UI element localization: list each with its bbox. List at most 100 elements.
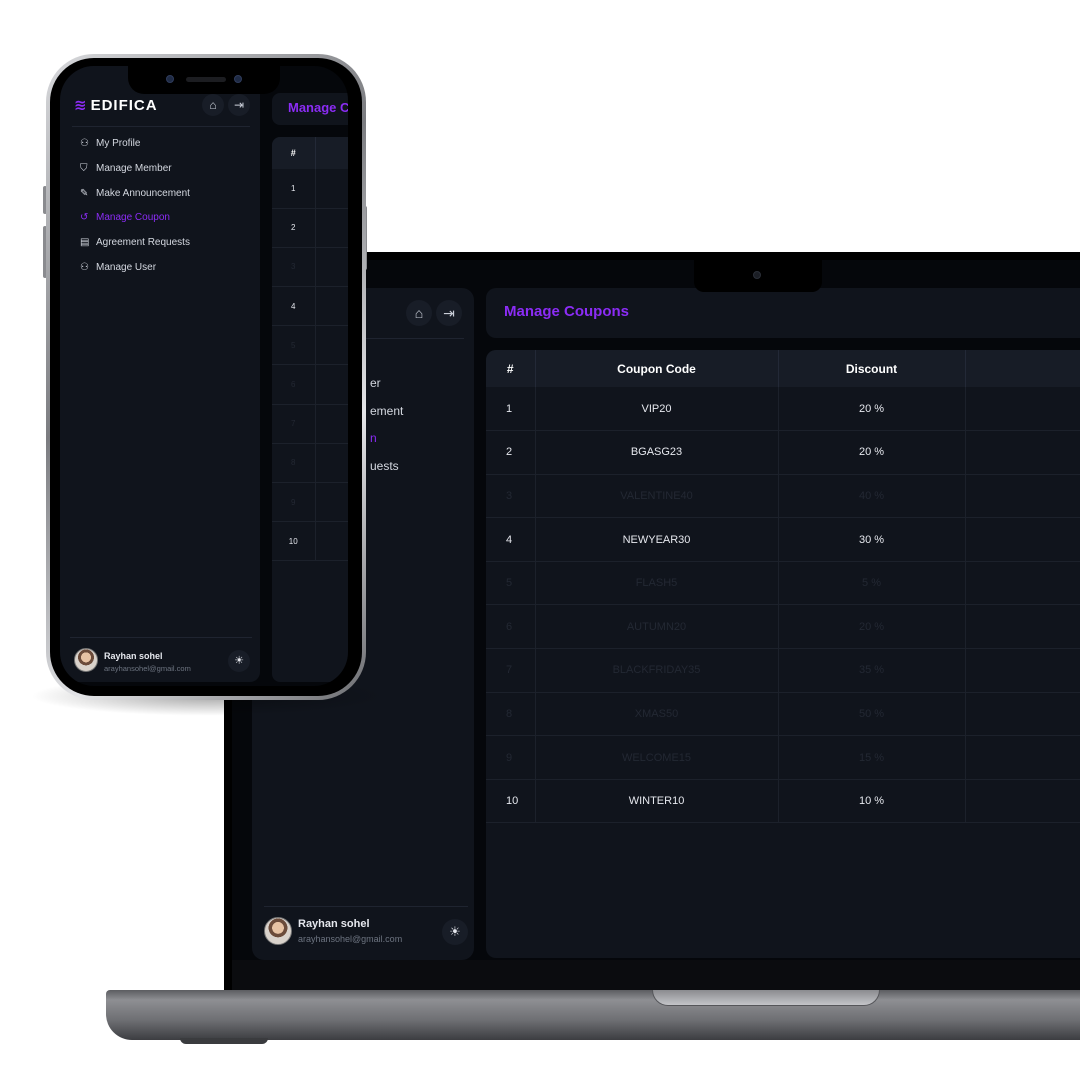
- coupon-discount: 35 %: [778, 648, 966, 693]
- sidebar-item-agreement-requests[interactable]: ▤ Agreement Requests: [80, 237, 190, 262]
- coupon-code-cell: [315, 286, 348, 327]
- theme-toggle-icon[interactable]: ☀: [442, 919, 468, 945]
- coupon-code: VALENTINE40: [535, 474, 779, 519]
- coupon-code-cell: [315, 169, 348, 209]
- sidebar-item-manage-user[interactable]: ⚇ Manage User: [80, 262, 190, 287]
- mobile-page-header: Manage C: [272, 93, 348, 125]
- user-profile[interactable]: Rayhan sohel arayhansohel@gmail.com ☀: [264, 906, 468, 946]
- avatar: [264, 917, 292, 945]
- coupon-code: AUTUMN20: [535, 604, 779, 650]
- table-row: 8: [272, 443, 348, 484]
- sidebar-item-make-announcement-fragment[interactable]: ement: [370, 404, 403, 432]
- row-number: 4: [486, 517, 536, 562]
- row-extra-cell: [965, 561, 1080, 606]
- sidebar-item-manage-coupon[interactable]: ↺ Manage Coupon: [80, 212, 190, 237]
- table-row: 5 FLASH5 5 %: [486, 561, 1080, 606]
- row-extra-cell: [965, 648, 1080, 693]
- table-row: 5: [272, 325, 348, 366]
- camera-icon: [234, 75, 242, 83]
- user-email: arayhansohel@gmail.com: [104, 664, 191, 673]
- sidebar-item-my-profile[interactable]: ⚇ My Profile: [80, 138, 190, 163]
- coupon-discount: 15 %: [778, 735, 966, 780]
- coupon-code: WINTER10: [535, 779, 779, 824]
- coupon-code: XMAS50: [535, 692, 779, 737]
- coupon-code-cell: [315, 482, 348, 523]
- sidebar-item-manage-coupon-fragment[interactable]: n: [370, 431, 403, 459]
- table-row: 2: [272, 208, 348, 248]
- sidebar-item-label: Manage Member: [96, 162, 172, 174]
- coupon-code: NEWYEAR30: [535, 517, 779, 562]
- user-name: Rayhan sohel: [104, 651, 163, 661]
- logout-icon[interactable]: ⇥: [436, 300, 462, 326]
- user-name: Rayhan sohel: [298, 918, 370, 930]
- sidebar-item-label: My Profile: [96, 138, 141, 149]
- user-profile[interactable]: Rayhan sohel arayhansohel@gmail.com ☀: [70, 637, 252, 677]
- column-header-number: #: [272, 137, 316, 169]
- table-row: 1 VIP20 20 %: [486, 387, 1080, 432]
- coupon-table-container: # Coupon Code Discount 1 VIP20 20 % 2 BGASG2…: [486, 350, 1080, 958]
- coupon-code-cell: [315, 443, 348, 484]
- column-header-extra: [965, 350, 1080, 387]
- table-row: 7: [272, 404, 348, 444]
- mobile-sidebar: ≋ EDIFICA ⌂ ⇥ ⚇ My Profile ⛉ Manage Member …: [60, 66, 260, 682]
- table-row: 6: [272, 364, 348, 405]
- row-number: 2: [486, 430, 536, 475]
- brand-logo[interactable]: ≋ EDIFICA: [74, 96, 158, 114]
- logout-icon[interactable]: ⇥: [228, 94, 250, 116]
- home-icon[interactable]: ⌂: [202, 94, 224, 116]
- coupon-code: FLASH5: [535, 561, 779, 606]
- row-number: 3: [272, 247, 316, 288]
- column-header-number: #: [486, 350, 536, 387]
- row-extra-cell: [965, 604, 1080, 650]
- user-email: arayhansohel@gmail.com: [298, 934, 403, 944]
- theme-toggle-icon[interactable]: ☀: [228, 650, 250, 672]
- sidebar-item-make-announcement[interactable]: ✎ Make Announcement: [80, 188, 190, 213]
- coupon-code-cell: [315, 364, 348, 405]
- row-number: 8: [486, 692, 536, 737]
- row-extra-cell: [965, 735, 1080, 780]
- logo-icon: ≋: [74, 97, 88, 114]
- speaker-grille: [186, 77, 226, 82]
- laptop-notch: [694, 260, 822, 292]
- row-number: 2: [272, 208, 316, 248]
- table-row: 2 BGASG23 20 %: [486, 430, 1080, 475]
- sidebar-item-agreement-requests-fragment[interactable]: uests: [370, 459, 403, 487]
- coupon-discount: 20 %: [778, 387, 966, 432]
- sensor-icon: [166, 75, 174, 83]
- mobile-sidebar-nav: ⚇ My Profile ⛉ Manage Member ✎ Make Announc…: [80, 138, 190, 287]
- row-number: 7: [272, 404, 316, 444]
- table-row: 1: [272, 169, 348, 209]
- row-number: 5: [486, 561, 536, 606]
- sidebar-item-manage-member-fragment[interactable]: er: [370, 376, 403, 404]
- row-number: 10: [272, 521, 316, 562]
- table-row: 3: [272, 247, 348, 288]
- coupon-code-cell: [315, 247, 348, 288]
- coupon-discount: 50 %: [778, 692, 966, 737]
- table-row: 10 WINTER10 10 %: [486, 779, 1080, 824]
- user-icon: ⚇: [80, 138, 89, 149]
- row-extra-cell: [965, 517, 1080, 562]
- coupon-code: WELCOME15: [535, 735, 779, 780]
- table-row: 9 WELCOME15 15 %: [486, 735, 1080, 780]
- coupon-discount: 10 %: [778, 779, 966, 824]
- user-cog-icon: ⚇: [80, 261, 89, 273]
- row-extra-cell: [965, 779, 1080, 824]
- home-icon[interactable]: ⌂: [406, 300, 432, 326]
- coupon-table: # Coupon Code Discount 1 VIP20 20 % 2 BGASG2…: [486, 350, 1080, 824]
- row-number: 3: [486, 474, 536, 519]
- document-icon: ▤: [80, 237, 90, 249]
- laptop-base: [106, 990, 1080, 1040]
- laptop-chin: [232, 960, 1080, 992]
- table-row: 7 BLACKFRIDAY35 35 %: [486, 648, 1080, 693]
- sidebar-item-manage-member[interactable]: ⛉ Manage Member: [80, 163, 190, 188]
- sidebar-nav: er ement n uests: [370, 376, 403, 486]
- coupon-code: BLACKFRIDAY35: [535, 648, 779, 693]
- table-row: 8 XMAS50 50 %: [486, 692, 1080, 737]
- coupon-code: VIP20: [535, 387, 779, 432]
- sidebar-item-label: Manage User: [96, 261, 157, 273]
- row-number: 8: [272, 443, 316, 484]
- dynamic-island: [128, 66, 280, 94]
- coupon-code-cell: [315, 404, 348, 444]
- row-number: 7: [486, 648, 536, 693]
- table-row: 4 NEWYEAR30 30 %: [486, 517, 1080, 562]
